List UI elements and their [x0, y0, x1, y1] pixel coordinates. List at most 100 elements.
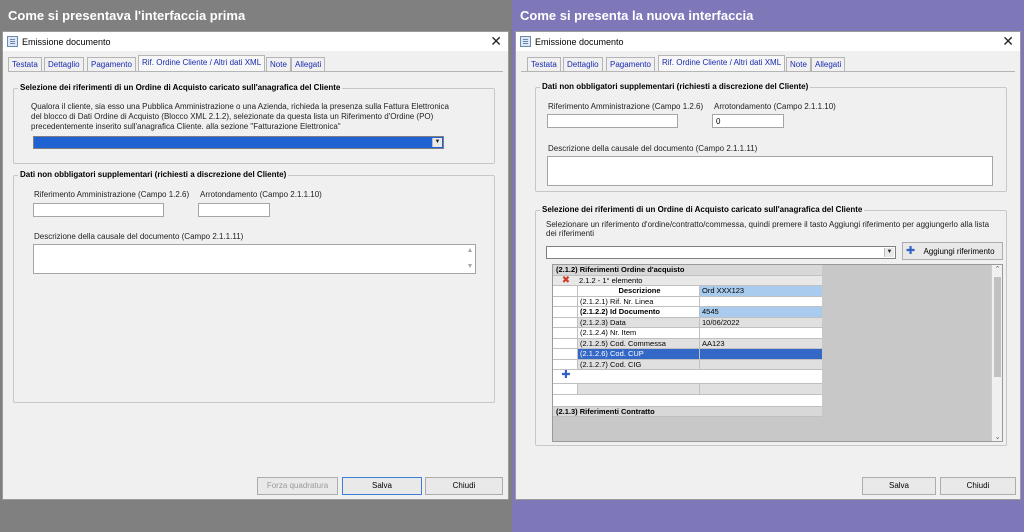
tab-dettaglio[interactable]: Dettaglio — [563, 57, 603, 71]
id-documento-label: (2.1.2.2) Id Documento — [577, 307, 699, 317]
scroll-up-icon[interactable]: ▲ — [466, 247, 474, 255]
right-ordine-group-title: Selezione dei riferimenti di un Ordine d… — [540, 205, 865, 214]
left-ordine-desc-line3: precedentemente inserito sull'anagrafica… — [31, 122, 341, 131]
forza-quadratura-button[interactable]: Forza quadratura — [257, 477, 338, 495]
chevron-up-icon[interactable]: ⌃ — [992, 265, 1002, 273]
chiudi-button[interactable]: Chiudi — [940, 477, 1016, 495]
left-arrot-input[interactable] — [198, 203, 270, 217]
left-rif-amm-label: Riferimento Amministrazione (Campo 1.2.6… — [34, 190, 190, 199]
ordine-reference-select[interactable]: ▼ — [33, 136, 444, 149]
tab-rif-ordine[interactable]: Rif. Ordine Cliente / Altri dati XML — [138, 55, 266, 71]
right-dati-group-title: Dati non obbligatori supplementari (rich… — [540, 82, 811, 91]
table-row-element[interactable]: ✖ 2.1.2 - 1° elemento — [553, 275, 822, 286]
textarea-scrollbar[interactable]: ▲ ▼ — [466, 246, 474, 272]
right-rif-amm-label: Riferimento Amministrazione (Campo 1.2.6… — [548, 102, 704, 111]
window-icon — [7, 36, 18, 47]
left-ordine-group: Selezione dei riferimenti di un Ordine d… — [13, 83, 495, 164]
left-causale-label: Descrizione della causale del documento … — [34, 232, 244, 241]
left-caption: Come si presentava l'interfaccia prima — [8, 8, 246, 23]
table-row-descrizione[interactable]: Descrizione Ord XXX123 — [553, 286, 822, 297]
scroll-down-icon[interactable]: ▼ — [466, 263, 474, 271]
tab-rif-ordine[interactable]: Rif. Ordine Cliente / Altri dati XML — [658, 55, 786, 71]
table-row-section-2-1-3[interactable]: (2.1.3) Riferimenti Contratto — [553, 406, 822, 417]
right-dati-group: Dati non obbligatori supplementari (rich… — [535, 82, 1007, 192]
tab-underline — [521, 71, 1015, 72]
table-row-cod-commessa[interactable]: (2.1.2.5) Cod. Commessa AA123 — [553, 338, 822, 349]
chevron-down-icon[interactable]: ⌄ — [992, 433, 1002, 441]
row-gutter — [553, 339, 577, 349]
salva-button[interactable]: Salva — [862, 477, 936, 495]
table-row-add[interactable]: ✚ — [553, 370, 822, 384]
data-label: (2.1.2.3) Data — [577, 317, 699, 327]
data-value[interactable]: 10/06/2022 — [699, 317, 822, 327]
right-rif-amm-input[interactable] — [547, 114, 678, 128]
cod-cup-label: (2.1.2.6) Cod. CUP — [577, 349, 699, 359]
descrizione-value[interactable]: Ord XXX123 — [699, 286, 822, 296]
left-window-title: Emissione documento — [22, 37, 111, 47]
tab-dettaglio[interactable]: Dettaglio — [44, 57, 84, 71]
tab-allegati[interactable]: Allegati — [291, 57, 326, 71]
delete-element-icon[interactable]: ✖ — [553, 276, 577, 286]
chevron-down-icon[interactable]: ▼ — [884, 248, 894, 257]
add-element-icon[interactable]: ✚ — [553, 370, 577, 383]
right-window-title: Emissione documento — [535, 37, 624, 47]
left-rif-amm-input[interactable] — [33, 203, 164, 217]
chevron-down-icon[interactable]: ▼ — [432, 138, 442, 147]
plus-icon: ✚ — [906, 245, 916, 257]
nr-item-value[interactable] — [699, 328, 822, 338]
section-2-1-2-label: (2.1.2) Riferimenti Ordine d'acquisto — [556, 265, 685, 274]
rif-nr-linea-label: (2.1.2.1) Rif. Nr. Linea — [577, 296, 699, 306]
aggiungi-riferimento-label: Aggiungi riferimento — [923, 247, 995, 256]
right-ordine-desc-line1: Selezionare un riferimento d'ordine/cont… — [546, 220, 990, 229]
table-row-cod-cup[interactable]: (2.1.2.6) Cod. CUP — [553, 349, 822, 360]
cod-commessa-value[interactable]: AA123 — [699, 338, 822, 348]
right-caption: Come si presenta la nuova interfaccia — [520, 8, 754, 23]
close-icon[interactable]: ✕ — [490, 33, 502, 49]
close-icon[interactable]: ✕ — [1002, 33, 1014, 49]
left-dialog-window: Emissione documento ✕ Testata Dettaglio … — [2, 31, 509, 500]
window-icon — [520, 36, 531, 47]
cod-cup-value[interactable] — [699, 349, 822, 359]
table-row-section-2-1-2[interactable]: (2.1.2) Riferimenti Ordine d'acquisto — [553, 265, 822, 276]
scroll-thumb[interactable] — [994, 277, 1001, 377]
riferimenti-table: (2.1.2) Riferimenti Ordine d'acquisto ✖ … — [553, 265, 822, 417]
cod-cig-value[interactable] — [699, 359, 822, 369]
left-arrot-label: Arrotondamento (Campo 2.1.1.10) — [200, 190, 322, 199]
right-panel: Come si presenta la nuova interfaccia Em… — [512, 0, 1024, 532]
tab-note[interactable]: Note — [266, 57, 291, 71]
descrizione-label: Descrizione — [577, 286, 699, 296]
aggiungi-riferimento-button[interactable]: ✚ Aggiungi riferimento — [902, 242, 1003, 260]
row-gutter — [553, 318, 577, 328]
id-documento-value[interactable]: 4545 — [699, 307, 822, 317]
table-row-cod-cig[interactable]: (2.1.2.7) Cod. CIG — [553, 359, 822, 370]
table-row-data[interactable]: (2.1.2.3) Data 10/06/2022 — [553, 317, 822, 328]
riferimenti-property-grid[interactable]: (2.1.2) Riferimenti Ordine d'acquisto ✖ … — [552, 264, 1003, 442]
tab-allegati[interactable]: Allegati — [811, 57, 846, 71]
table-row-nr-item[interactable]: (2.1.2.4) Nr. Item — [553, 328, 822, 339]
right-causale-label: Descrizione della causale del documento … — [548, 144, 758, 153]
tab-note[interactable]: Note — [786, 57, 811, 71]
table-row-id-documento[interactable]: (2.1.2.2) Id Documento 4545 — [553, 307, 822, 318]
right-arrot-input[interactable]: 0 — [712, 114, 784, 128]
chiudi-button[interactable]: Chiudi — [425, 477, 503, 495]
ordine-reference-select[interactable]: ▼ — [546, 246, 896, 259]
grid-scrollbar[interactable]: ⌃ ⌄ — [991, 265, 1002, 441]
row-gutter — [553, 297, 577, 307]
section-2-1-3-label: (2.1.3) Riferimenti Contratto — [556, 406, 655, 416]
tab-testata[interactable]: Testata — [8, 57, 42, 71]
table-row-rif-nr-linea[interactable]: (2.1.2.1) Rif. Nr. Linea — [553, 296, 822, 307]
salva-button[interactable]: Salva — [342, 477, 422, 495]
property-rows: (2.1.2.1) Rif. Nr. Linea (2.1.2.2) Id Doc… — [553, 296, 822, 370]
tab-pagamento[interactable]: Pagamento — [606, 57, 655, 71]
right-causale-textarea[interactable] — [547, 156, 993, 186]
table-row-empty — [553, 384, 822, 395]
left-causale-textarea[interactable]: ▲ ▼ — [33, 244, 476, 274]
tab-pagamento[interactable]: Pagamento — [87, 57, 136, 71]
left-ordine-desc-line2: del blocco di Dati Ordine di Acquisto (B… — [31, 112, 434, 121]
rif-nr-linea-value[interactable] — [699, 296, 822, 306]
left-dati-group-title: Dati non obbligatori supplementari (rich… — [18, 170, 289, 179]
row-gutter — [553, 307, 577, 317]
row-gutter — [553, 349, 577, 359]
right-dialog-window: Emissione documento ✕ Testata Dettaglio … — [515, 31, 1021, 500]
tab-testata[interactable]: Testata — [527, 57, 561, 71]
